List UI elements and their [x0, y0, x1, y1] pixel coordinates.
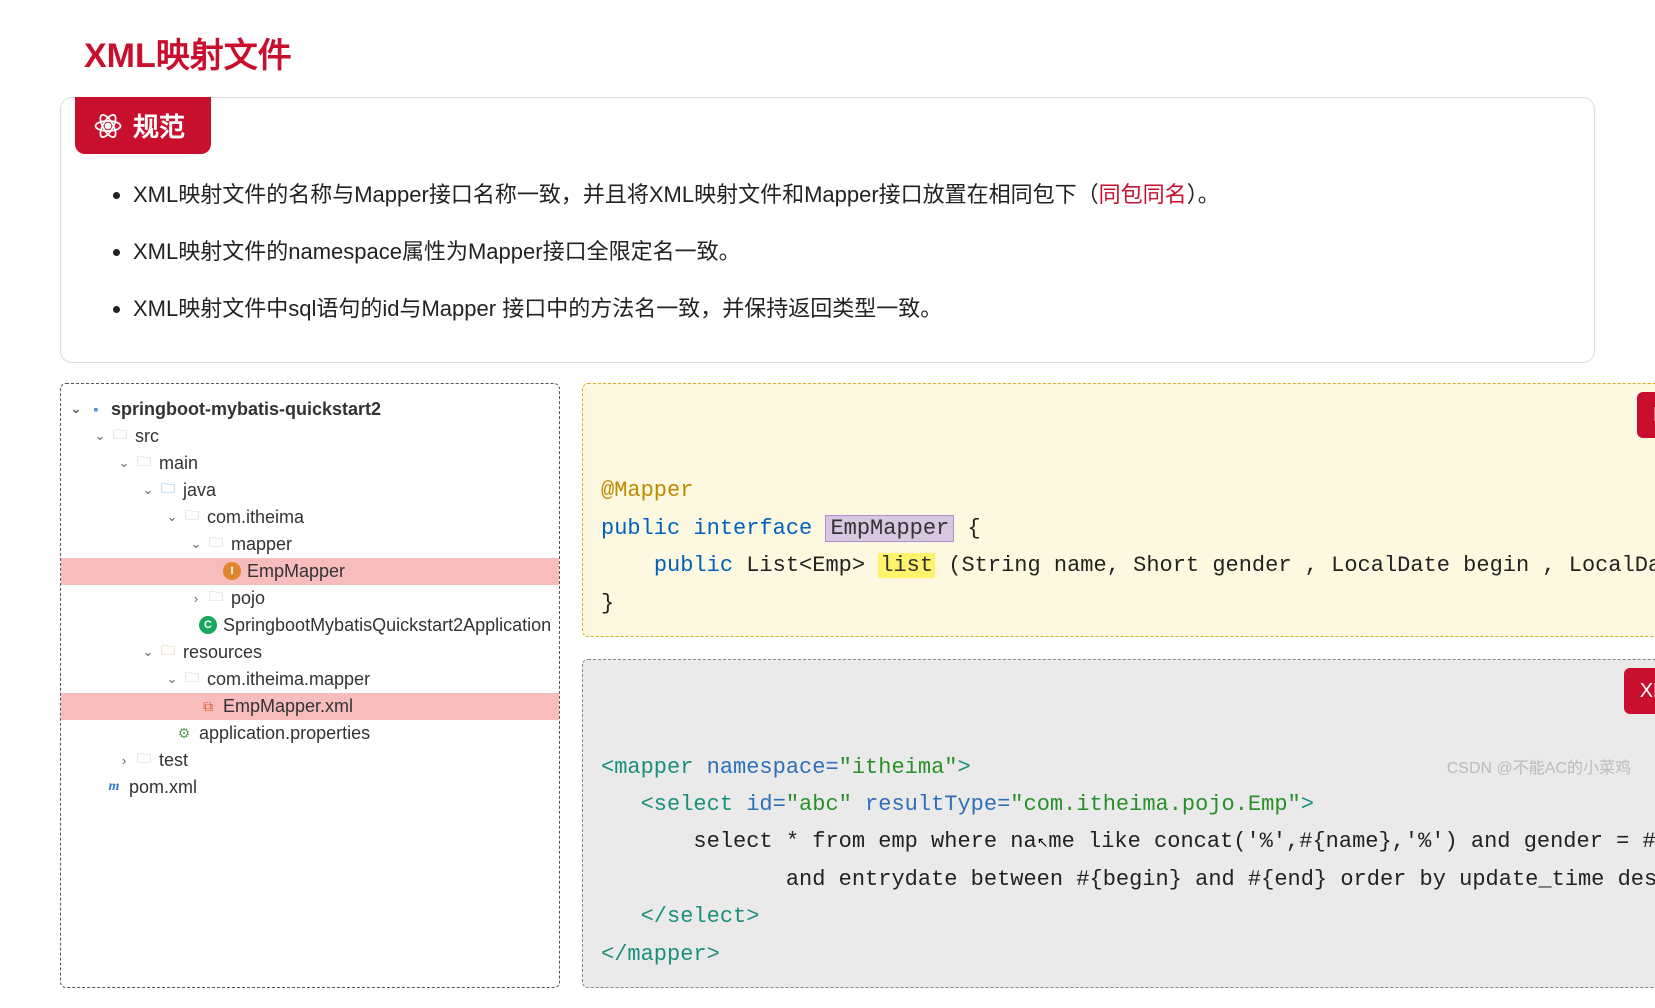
code-text: (String name, Short gender , LocalDate b… [935, 553, 1655, 578]
rule-text: ）。 [1187, 182, 1220, 207]
code-keyword: public [654, 553, 733, 578]
project-tree: ⌄▪springboot-mybatis-quickstart2 ⌄🗀src ⌄… [60, 383, 560, 988]
chevron-right-icon[interactable]: › [117, 753, 131, 768]
folder-icon: 🗀 [135, 454, 153, 472]
chevron-down-icon[interactable]: ⌄ [141, 644, 155, 660]
rule-item: XML映射文件的namespace属性为Mapper接口全限定名一致。 [133, 223, 1570, 280]
atom-icon [93, 111, 123, 141]
xml-box-label: XML映射文件 [1624, 668, 1655, 714]
code-text: List<Emp> [733, 553, 878, 578]
tree-pojo[interactable]: pojo [231, 588, 265, 609]
xml-tag: <mapper [601, 755, 693, 780]
chevron-down-icon[interactable]: ⌄ [69, 401, 83, 417]
package-icon: 🗀 [183, 508, 201, 526]
tree-main[interactable]: main [159, 453, 198, 474]
code-annotation: @Mapper [601, 478, 693, 503]
tree-java[interactable]: java [183, 480, 216, 501]
watermark: CSDN @不能AC的小菜鸡 [1447, 754, 1631, 778]
code-text: } [601, 591, 614, 616]
project-icon: ▪ [87, 400, 105, 418]
chevron-down-icon[interactable]: ⌄ [93, 428, 107, 444]
code-keyword: public interface [601, 516, 812, 541]
tree-emp-mapper-xml[interactable]: EmpMapper.xml [223, 696, 353, 717]
properties-icon: ⚙ [175, 724, 193, 742]
xml-tag: > [957, 755, 970, 780]
rules-list: XML映射文件的名称与Mapper接口名称一致，并且将XML映射文件和Mappe… [85, 154, 1570, 338]
rules-tab: 规范 [75, 97, 211, 154]
chevron-right-icon[interactable]: › [189, 591, 203, 606]
chevron-down-icon[interactable]: ⌄ [165, 509, 179, 525]
package-icon: 🗀 [183, 670, 201, 688]
sql-text: me like concat('%',#{name},'%') and gend… [1048, 829, 1655, 854]
mapper-code-box: Mapper接口 @Mapper public interface EmpMap… [582, 383, 1655, 637]
mapper-box-label: Mapper接口 [1637, 392, 1655, 438]
package-icon: 🗀 [207, 589, 225, 607]
tree-mapper-dir[interactable]: mapper [231, 534, 292, 555]
sql-text: select * from emp where na [693, 829, 1036, 854]
cursor-icon: ↖ [1037, 836, 1049, 852]
resources-icon: 🗀 [159, 643, 177, 661]
rule-item: XML映射文件中sql语句的id与Mapper 接口中的方法名一致，并保持返回类… [133, 280, 1570, 337]
chevron-down-icon[interactable]: ⌄ [117, 455, 131, 471]
tree-emp-mapper[interactable]: EmpMapper [247, 561, 345, 582]
chevron-down-icon[interactable]: ⌄ [141, 482, 155, 498]
page-title: XML映射文件 [84, 28, 1595, 77]
folder-icon: 🗀 [135, 751, 153, 769]
tree-test[interactable]: test [159, 750, 188, 771]
xml-tag: </mapper> [601, 942, 720, 967]
rule-text: XML映射文件中sql语句的id与Mapper 接口中的方法名一致，并保持返回类… [133, 296, 942, 321]
rule-text: XML映射文件的名称与Mapper接口名称一致，并且将XML映射文件和Mappe… [133, 182, 1099, 207]
tree-app-props[interactable]: application.properties [199, 723, 370, 744]
class-icon: C [199, 616, 217, 634]
folder-icon: 🗀 [111, 427, 129, 445]
tree-src[interactable]: src [135, 426, 159, 447]
xml-file-icon: ⧉ [199, 697, 217, 715]
folder-icon: 🗀 [159, 481, 177, 499]
maven-icon: m [105, 778, 123, 796]
sql-text: and entrydate between #{begin} and #{end… [786, 867, 1655, 892]
chevron-down-icon[interactable]: ⌄ [165, 671, 179, 687]
xml-val: "itheima" [839, 755, 958, 780]
code-method-hl: list [878, 553, 935, 578]
xml-tag: </select> [641, 904, 760, 929]
xml-code-box: XML映射文件 <mapper namespace="itheima"> <se… [582, 659, 1655, 988]
tree-pkg1[interactable]: com.itheima [207, 507, 304, 528]
rule-text: XML映射文件的namespace属性为Mapper接口全限定名一致。 [133, 239, 741, 264]
xml-attr: namespace= [693, 755, 838, 780]
code-text: { [954, 516, 980, 541]
tree-app-class[interactable]: SpringbootMybatisQuickstart2Application [223, 615, 551, 636]
interface-icon: I [223, 562, 241, 580]
code-classname-hl: EmpMapper [825, 515, 954, 542]
rule-emph: 同包同名 [1099, 182, 1187, 207]
rules-box: 规范 XML映射文件的名称与Mapper接口名称一致，并且将XML映射文件和Ma… [60, 97, 1595, 363]
tree-res-pkg[interactable]: com.itheima.mapper [207, 669, 370, 690]
tree-resources[interactable]: resources [183, 642, 262, 663]
rules-tab-label: 规范 [133, 107, 185, 144]
chevron-down-icon[interactable]: ⌄ [189, 536, 203, 552]
rule-item: XML映射文件的名称与Mapper接口名称一致，并且将XML映射文件和Mappe… [133, 166, 1570, 223]
package-icon: 🗀 [207, 535, 225, 553]
tree-pom[interactable]: pom.xml [129, 777, 197, 798]
tree-root[interactable]: springboot-mybatis-quickstart2 [111, 399, 381, 420]
